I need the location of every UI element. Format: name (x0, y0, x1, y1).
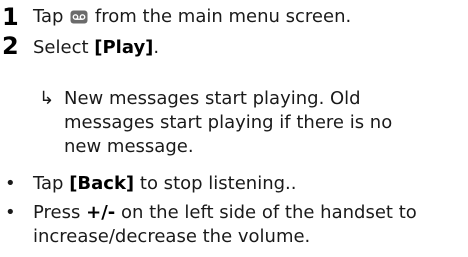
bullet-1-post: to stop listening.. (134, 173, 297, 194)
step-2-pre: Select (33, 37, 95, 58)
result-line-3: new message. (64, 136, 194, 157)
result-line-2: messages start playing if there is no (64, 112, 393, 133)
step-2-post: . (153, 37, 160, 58)
bullet-2-symbol: • (5, 202, 16, 223)
result-arrow-icon: ↳ (39, 88, 55, 109)
step-1-number: 1 (2, 3, 19, 31)
bullet-1-symbol: • (5, 173, 16, 194)
step-1-pre: Tap (33, 6, 70, 27)
bullet-1-text: Tap [Back] to stop listening.. (33, 172, 296, 196)
bullet-2-post: on the left side of the handset to (115, 202, 417, 223)
step-1-text: Tap from the main menu screen. (33, 5, 351, 31)
step-2-number: 2 (2, 32, 19, 60)
volume-keys: +/- (86, 202, 116, 223)
bullet-2-text: Press +/- on the left side of the handse… (33, 201, 417, 225)
back-option: [Back] (69, 173, 135, 194)
voicemail-icon (70, 7, 88, 31)
play-option: [Play] (94, 37, 154, 58)
bullet-2-line-2: increase/decrease the volume. (33, 226, 311, 247)
bullet-2-pre: Press (33, 202, 87, 223)
step-2-text: Select [Play]. (33, 36, 159, 60)
step-1-post: from the main menu screen. (89, 6, 352, 27)
bullet-1-pre: Tap (33, 173, 70, 194)
result-line-1: New messages start playing. Old (64, 88, 361, 109)
